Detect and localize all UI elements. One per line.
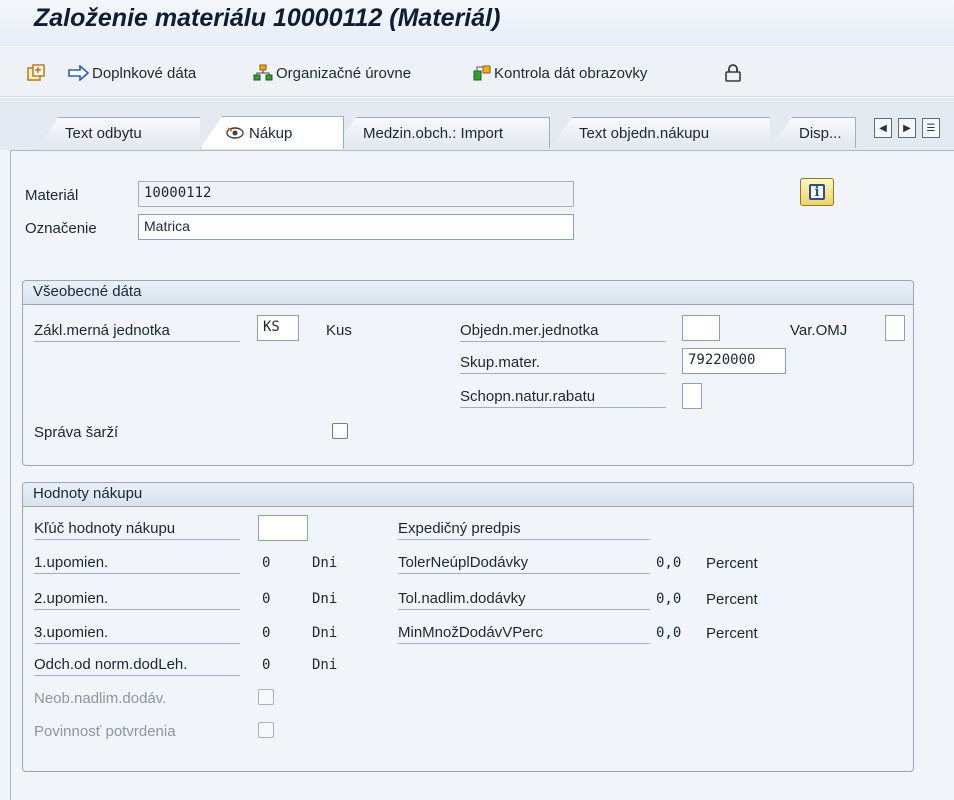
tab-disp[interactable]: Disp... <box>770 117 856 149</box>
ack-required-label: Povinnosť potvrdenia <box>34 723 176 740</box>
min-delivery-pct-unit: Percent <box>706 625 758 642</box>
description-field[interactable]: Matrica <box>138 214 574 240</box>
min-delivery-pct-value: 0,0 <box>656 625 682 641</box>
general-data-title: Všeobecné dáta <box>23 281 913 305</box>
org-levels-label: Organizačné úrovne <box>276 64 412 82</box>
base-uom-text: Kus <box>326 322 352 339</box>
application-toolbar: Doplnkové dáta Organizačné úrovne Kontro… <box>0 47 954 97</box>
natural-rebate-label: Schopn.natur.rabatu <box>460 388 666 408</box>
lock-icon[interactable] <box>724 62 742 84</box>
arrow-right-icon <box>68 65 90 81</box>
var-omj-field[interactable] <box>885 315 905 341</box>
reminder-2-value: 0 <box>262 591 271 607</box>
reminder-3-unit: Dni <box>312 625 338 641</box>
check-data-label: Kontrola dát obrazovky <box>494 64 648 82</box>
reminder-1-unit: Dni <box>312 555 338 571</box>
over-tolerance-value: 0,0 <box>656 591 682 607</box>
reminder-1-value: 0 <box>262 555 271 571</box>
tab-medzin-obch-import[interactable]: Medzin.obch.: Import <box>334 117 550 149</box>
tab-strip: Text odbytu Nákup Medzin.obch.: Import T… <box>0 98 954 150</box>
min-delivery-pct-label: MinMnožDodávVPerc <box>398 624 650 644</box>
description-label: Označenie <box>25 220 97 237</box>
window-title: Založenie materiálu 10000112 (Materiál) <box>34 4 501 32</box>
over-tolerance-label: Tol.nadlim.dodávky <box>398 590 650 610</box>
additional-data-button[interactable]: Doplnkové dáta <box>68 62 196 84</box>
tab-label: Medzin.obch.: Import <box>363 124 504 142</box>
deviation-label: Odch.od norm.dodLeh. <box>34 656 240 676</box>
reminder-3-label: 3.upomien. <box>34 624 240 644</box>
org-levels-icon <box>253 64 273 81</box>
create-icon[interactable] <box>26 62 46 84</box>
purchasing-key-label: Kľúč hodnoty nákupu <box>34 520 240 540</box>
order-unit-label: Objedn.mer.jednotka <box>460 322 666 342</box>
eye-icon <box>226 127 244 139</box>
under-tolerance-value: 0,0 <box>656 555 682 571</box>
tab-left-icon[interactable]: ◀ <box>874 118 892 138</box>
ack-required-checkbox[interactable] <box>258 722 274 738</box>
shipping-instr-label: Expedičný predpis <box>398 520 650 540</box>
purchasing-key-field[interactable] <box>258 515 308 541</box>
reminder-3-value: 0 <box>262 625 271 641</box>
material-group-label: Skup.mater. <box>460 354 666 374</box>
reminder-2-label: 2.upomien. <box>34 590 240 610</box>
order-unit-field[interactable] <box>682 315 720 341</box>
over-tolerance-unit: Percent <box>706 591 758 608</box>
info-button[interactable]: i <box>800 178 834 206</box>
tab-text-objedn-nakupu[interactable]: Text objedn.nákupu <box>550 117 776 149</box>
tab-nakup[interactable]: Nákup <box>200 116 344 149</box>
tab-label: Disp... <box>799 124 842 142</box>
under-tolerance-label: TolerNeúplDodávky <box>398 554 650 574</box>
material-field[interactable]: 10000112 <box>138 181 574 207</box>
batch-mgmt-checkbox[interactable] <box>332 423 348 439</box>
purchasing-values-title: Hodnoty nákupu <box>23 483 913 507</box>
deviation-value: 0 <box>262 657 271 673</box>
info-icon: i <box>809 184 825 200</box>
natural-rebate-field[interactable] <box>682 383 702 409</box>
check-data-icon <box>473 65 491 81</box>
unlimited-overdelivery-checkbox[interactable] <box>258 689 274 705</box>
tab-right-icon[interactable]: ▶ <box>898 118 916 138</box>
unlimited-overdelivery-label: Neob.nadlim.dodáv. <box>34 690 167 707</box>
base-uom-label: Zákl.merná jednotka <box>34 322 240 342</box>
material-group-field[interactable]: 79220000 <box>682 348 786 374</box>
base-uom-field[interactable]: KS <box>257 315 299 341</box>
additional-data-label: Doplnkové dáta <box>92 64 197 82</box>
org-levels-button[interactable]: Organizačné úrovne <box>253 62 411 84</box>
var-omj-label: Var.OMJ <box>790 322 848 339</box>
deviation-unit: Dni <box>312 657 338 673</box>
tab-label: Text odbytu <box>65 124 142 142</box>
tab-text-odbytu[interactable]: Text odbytu <box>36 117 210 149</box>
tab-list-icon[interactable]: ☰ <box>922 118 940 138</box>
tab-label: Nákup <box>249 124 293 142</box>
under-tolerance-unit: Percent <box>706 555 758 572</box>
tab-label: Text objedn.nákupu <box>579 124 710 142</box>
reminder-2-unit: Dni <box>312 591 338 607</box>
batch-mgmt-label: Správa šarží <box>34 424 119 441</box>
check-data-button[interactable]: Kontrola dát obrazovky <box>472 62 647 84</box>
material-label: Materiál <box>25 187 79 204</box>
title-bar: Založenie materiálu 10000112 (Materiál) <box>0 0 954 46</box>
reminder-1-label: 1.upomien. <box>34 554 240 574</box>
